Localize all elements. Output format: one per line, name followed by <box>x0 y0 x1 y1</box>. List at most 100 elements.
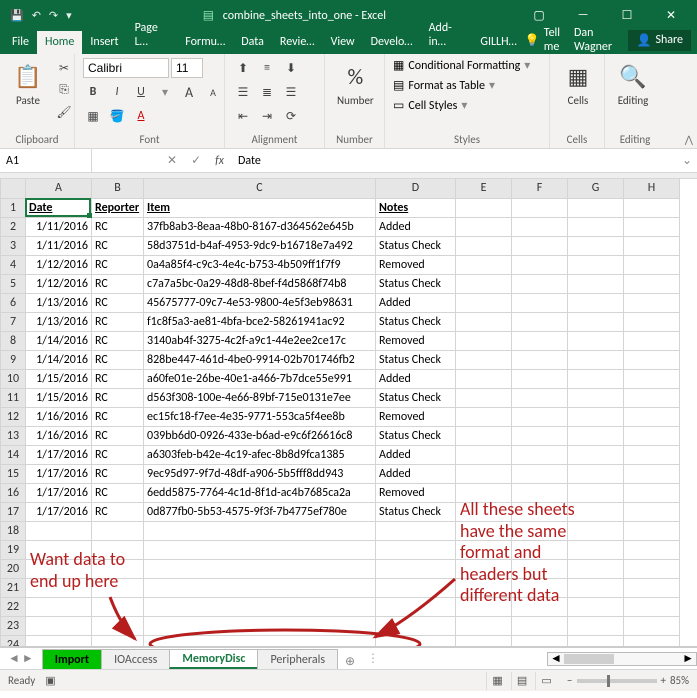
cell[interactable] <box>624 388 680 407</box>
cell[interactable]: ec15fc18-f7ee-4e35-9771-553ca5f4ee8b <box>144 407 376 426</box>
format-painter-icon[interactable]: 🖌 <box>54 102 74 122</box>
cell[interactable]: Added <box>376 369 456 388</box>
cell[interactable] <box>456 540 512 559</box>
cell[interactable] <box>144 616 376 635</box>
cell[interactable]: Status Check <box>376 502 456 521</box>
cell[interactable] <box>376 597 456 616</box>
cell[interactable] <box>624 407 680 426</box>
row-header[interactable]: 8 <box>1 331 26 350</box>
cell[interactable] <box>456 445 512 464</box>
cell[interactable] <box>512 236 568 255</box>
row-header[interactable]: 6 <box>1 293 26 312</box>
cell[interactable]: RC <box>92 293 144 312</box>
font-size-input[interactable] <box>171 58 203 78</box>
cell[interactable] <box>624 559 680 578</box>
expand-formula-icon[interactable]: ⌄ <box>677 149 697 172</box>
cell[interactable] <box>456 559 512 578</box>
cell[interactable] <box>92 521 144 540</box>
redo-icon[interactable]: ↷ <box>49 9 58 22</box>
col-header[interactable]: F <box>512 179 568 198</box>
cell[interactable] <box>568 312 624 331</box>
formula-bar[interactable]: Date <box>232 149 677 172</box>
tab-developer[interactable]: Develo… <box>363 31 421 54</box>
zoom-out-icon[interactable]: − <box>567 674 572 687</box>
align-right-icon[interactable]: ☰ <box>281 82 301 102</box>
cell[interactable] <box>144 597 376 616</box>
cell[interactable] <box>568 502 624 521</box>
row-header[interactable]: 15 <box>1 464 26 483</box>
paste-button[interactable]: 📋 Paste <box>8 58 48 109</box>
cell[interactable] <box>624 331 680 350</box>
tell-me[interactable]: 💡 Tell me <box>525 26 568 54</box>
cell[interactable]: Added <box>376 464 456 483</box>
row-header[interactable]: 21 <box>1 578 26 597</box>
cell[interactable]: 1/13/2016 <box>26 312 92 331</box>
cell[interactable] <box>568 578 624 597</box>
cell[interactable] <box>92 635 144 647</box>
bold-button[interactable]: B <box>83 82 103 102</box>
row-header[interactable]: 9 <box>1 350 26 369</box>
row-header[interactable]: 12 <box>1 407 26 426</box>
cell[interactable]: 0a4a85f4-c9c3-4e4c-b753-4b509ff1f7f9 <box>144 255 376 274</box>
cell[interactable]: Added <box>376 217 456 236</box>
cell[interactable] <box>568 521 624 540</box>
cell[interactable] <box>26 578 92 597</box>
cell[interactable] <box>512 540 568 559</box>
cell[interactable]: Item <box>144 198 376 217</box>
view-normal-icon[interactable]: ▦ <box>486 672 508 690</box>
cell[interactable]: Removed <box>376 331 456 350</box>
cell[interactable] <box>144 521 376 540</box>
cell[interactable]: 1/15/2016 <box>26 388 92 407</box>
row-header[interactable]: 16 <box>1 483 26 502</box>
cell[interactable] <box>512 274 568 293</box>
row-header[interactable]: 4 <box>1 255 26 274</box>
cell[interactable] <box>568 293 624 312</box>
cell[interactable] <box>624 350 680 369</box>
cell[interactable] <box>144 540 376 559</box>
cell[interactable] <box>456 293 512 312</box>
cell[interactable]: 0d877fb0-5b53-4575-9f3f-7b4775ef780e <box>144 502 376 521</box>
cell[interactable]: a6303feb-b42e-4c19-afec-8b8d9fca1385 <box>144 445 376 464</box>
cell[interactable] <box>26 635 92 647</box>
cell[interactable] <box>456 597 512 616</box>
cell[interactable] <box>568 464 624 483</box>
cell[interactable] <box>376 559 456 578</box>
cell[interactable] <box>568 369 624 388</box>
cell[interactable] <box>568 255 624 274</box>
cell[interactable] <box>144 559 376 578</box>
cell[interactable] <box>376 616 456 635</box>
sheet-tab-import[interactable]: Import <box>42 649 102 669</box>
cell[interactable]: 1/17/2016 <box>26 502 92 521</box>
cell[interactable] <box>568 635 624 647</box>
cell[interactable]: RC <box>92 350 144 369</box>
increase-font-icon[interactable]: A <box>179 82 199 102</box>
cell[interactable]: RC <box>92 426 144 445</box>
cell[interactable]: Status Check <box>376 426 456 445</box>
tab-data[interactable]: Data <box>233 31 272 54</box>
cell[interactable] <box>568 445 624 464</box>
cell[interactable]: RC <box>92 274 144 293</box>
cell[interactable] <box>512 521 568 540</box>
row-header[interactable]: 7 <box>1 312 26 331</box>
border-icon[interactable]: ▦ <box>83 106 103 126</box>
cell[interactable] <box>456 369 512 388</box>
cell[interactable] <box>624 464 680 483</box>
cell[interactable] <box>624 502 680 521</box>
align-middle-icon[interactable]: ≡ <box>257 58 277 78</box>
cell[interactable]: 3140ab4f-3275-4c2f-a9c1-44e2ee2ce17c <box>144 331 376 350</box>
copy-icon[interactable]: ⎘ <box>54 80 74 100</box>
cell[interactable]: Removed <box>376 407 456 426</box>
cell[interactable] <box>376 540 456 559</box>
scroll-thumb[interactable] <box>564 654 614 664</box>
cell[interactable] <box>456 388 512 407</box>
cell[interactable] <box>512 407 568 426</box>
cell[interactable] <box>144 578 376 597</box>
cell[interactable] <box>512 578 568 597</box>
cell[interactable] <box>568 331 624 350</box>
cell[interactable] <box>512 502 568 521</box>
cell[interactable] <box>512 426 568 445</box>
cell[interactable] <box>624 369 680 388</box>
editing-button[interactable]: 🔍 Editing <box>613 58 653 109</box>
enter-formula-icon[interactable]: ✓ <box>191 153 201 168</box>
cell[interactable] <box>92 540 144 559</box>
